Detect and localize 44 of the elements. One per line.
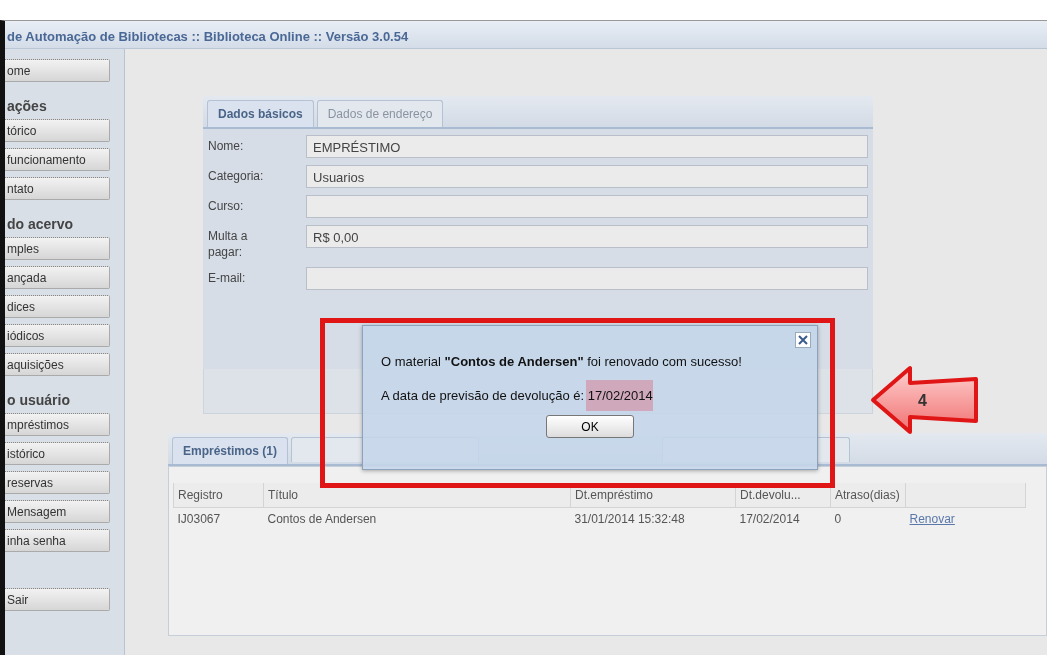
column-header: Registro	[173, 483, 264, 508]
field-label: Nome:	[208, 138, 245, 155]
field-label: Categoria:	[208, 168, 265, 185]
ok-button[interactable]: OK	[546, 415, 634, 438]
sidebar-button[interactable]: tórico	[5, 119, 110, 142]
sidebar-button[interactable]: mpréstimos	[5, 413, 110, 436]
tab[interactable]: Dados básicos	[207, 100, 314, 127]
dialog-message: O material "Contos de Andersen" foi renovado com sucesso!	[381, 353, 743, 371]
sidebar-button[interactable]: Sair	[5, 588, 110, 611]
sidebar-heading: ações	[7, 97, 48, 116]
field-label: Curso:	[208, 198, 245, 215]
sidebar-button[interactable]: istórico	[5, 442, 110, 465]
table-cell: 17/02/2014	[735, 507, 831, 530]
sidebar-button[interactable]: ntato	[5, 177, 110, 200]
input-field[interactable]: R$ 0,00	[306, 225, 868, 248]
input-field[interactable]	[306, 267, 868, 291]
sidebar-button[interactable]: Mensagem	[5, 500, 110, 523]
table-cell: IJ03067	[173, 507, 264, 530]
sidebar-button[interactable]: funcionamento	[5, 148, 110, 171]
table-cell: Contos de Andersen	[263, 507, 571, 530]
step-number: 4	[918, 391, 927, 411]
sidebar-button[interactable]: ome	[5, 59, 110, 82]
field-label: Multa a pagar:	[208, 228, 249, 261]
window-title: de Automação de Bibliotecas :: Biblioteca Online :: Versão 3.0.54	[5, 21, 1047, 49]
sidebar-button[interactable]: dices	[5, 295, 110, 318]
return-date-message: A data de previsão de devolução é: 17/02/2014	[381, 379, 653, 411]
sidebar-button[interactable]: iódicos	[5, 324, 110, 347]
field-label: E-mail:	[208, 270, 247, 287]
renew-link[interactable]: Renovar	[909, 512, 955, 526]
sidebar-heading: o usuário	[7, 391, 71, 410]
close-button[interactable]	[795, 332, 811, 348]
sidebar-button[interactable]: ançada	[5, 266, 110, 289]
input-field[interactable]: Usuarios	[306, 165, 868, 188]
sidebar-button[interactable]: inha senha	[5, 529, 110, 552]
sidebar-button[interactable]: mples	[5, 237, 110, 260]
table-cell: 0	[830, 507, 906, 530]
table-cell: 31/01/2014 15:32:48	[570, 507, 736, 530]
column-header: Atraso(dias)	[830, 483, 906, 508]
sidebar-heading: do acervo	[7, 215, 75, 234]
sidebar-button[interactable]: aquisições	[5, 353, 110, 376]
tab[interactable]: Empréstimos (1)	[172, 437, 289, 464]
input-field[interactable]	[306, 195, 868, 218]
sidebar-button[interactable]: reservas	[5, 471, 110, 494]
input-field[interactable]: EMPRÉSTIMO	[306, 135, 868, 158]
